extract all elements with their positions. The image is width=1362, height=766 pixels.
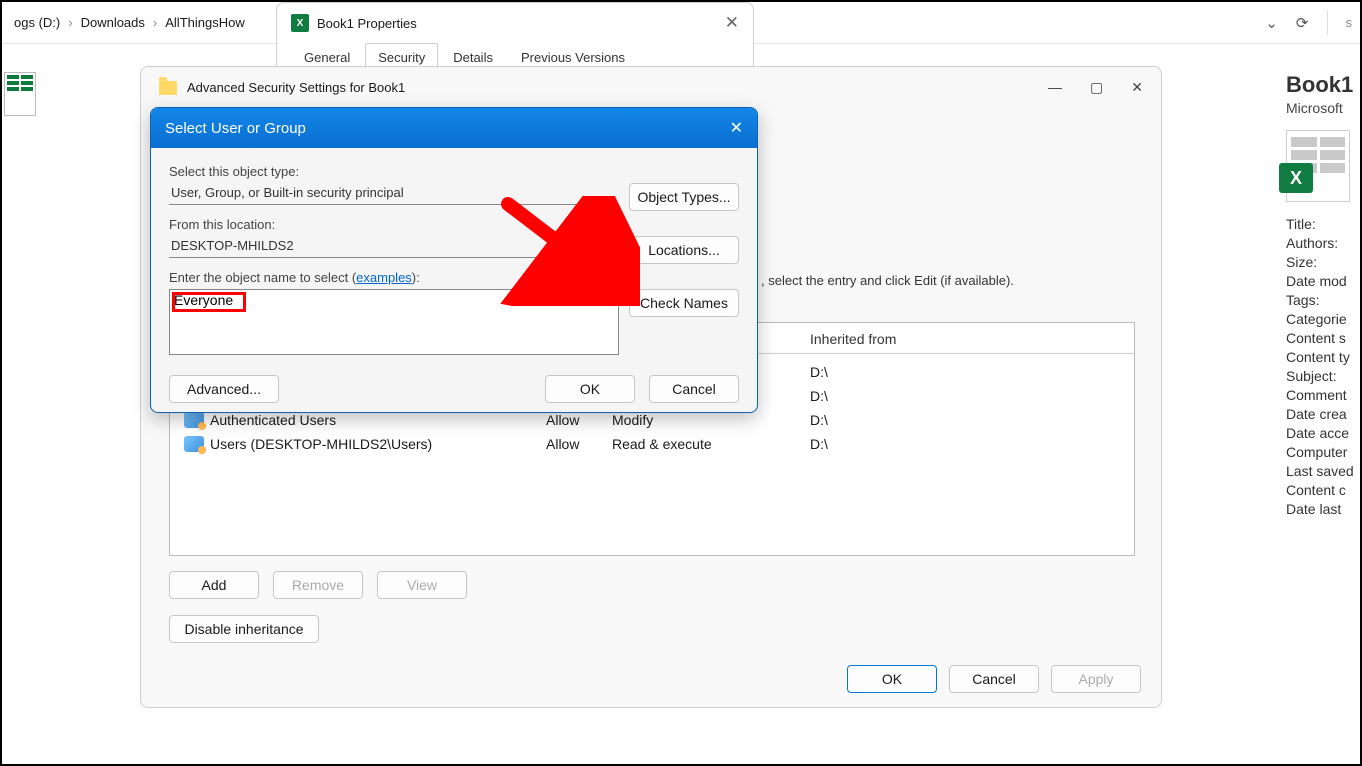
cell-inherited: D:\ <box>810 388 1120 404</box>
object-type-field <box>169 183 619 205</box>
prop-label: Title: <box>1286 216 1358 232</box>
cell-principal: Authenticated Users <box>210 412 336 428</box>
cell-type: Allow <box>546 412 612 428</box>
close-icon[interactable]: ✕ <box>730 118 743 138</box>
prop-label: Comment <box>1286 387 1358 403</box>
excel-icon: X <box>291 14 309 32</box>
close-icon[interactable]: ✕ <box>725 13 739 33</box>
breadcrumb-item[interactable]: ogs (D:) <box>10 13 64 32</box>
prop-label: Content s <box>1286 330 1358 346</box>
prop-label: Content c <box>1286 482 1358 498</box>
users-icon <box>184 412 204 428</box>
col-inherited: Inherited from <box>810 331 1120 347</box>
prop-label: Date mod <box>1286 273 1358 289</box>
cell-inherited: D:\ <box>810 436 1120 452</box>
cancel-button[interactable]: Cancel <box>649 375 739 403</box>
prop-label: Last saved <box>1286 463 1358 479</box>
prop-label: Date acce <box>1286 425 1358 441</box>
cancel-button[interactable]: Cancel <box>949 665 1039 693</box>
excel-file-icon: X <box>1286 130 1350 202</box>
advanced-button[interactable]: Advanced... <box>169 375 279 403</box>
label-from-location: From this location: <box>169 217 739 232</box>
examples-link[interactable]: examples <box>356 270 412 285</box>
refresh-icon[interactable]: ⟳ <box>1296 14 1309 32</box>
details-pane: Book1 Microsoft X Title: Authors: Size: … <box>1280 58 1358 758</box>
close-icon[interactable]: ✕ <box>1131 79 1143 96</box>
table-row[interactable]: Users (DESKTOP-MHILDS2\Users) Allow Read… <box>170 432 1134 456</box>
property-list: Title: Authors: Size: Date mod Tags: Cat… <box>1286 216 1358 517</box>
label-enter-name: Enter the object name to select (example… <box>169 270 739 285</box>
users-icon <box>184 436 204 452</box>
cell-type: Allow <box>546 436 612 452</box>
ok-button[interactable]: OK <box>847 665 937 693</box>
dialog-title: Select User or Group <box>165 120 306 137</box>
breadcrumb: ogs (D:) › Downloads › AllThingsHow <box>10 13 249 32</box>
maximize-icon[interactable]: ▢ <box>1090 79 1103 96</box>
locations-button[interactable]: Locations... <box>629 236 739 264</box>
minimize-icon[interactable]: — <box>1048 79 1062 96</box>
object-types-button[interactable]: Object Types... <box>629 183 739 211</box>
prop-label: Subject: <box>1286 368 1358 384</box>
prop-label: Computer <box>1286 444 1358 460</box>
cell-access: Modify <box>612 412 810 428</box>
folder-icon <box>159 81 177 95</box>
cell-inherited: D:\ <box>810 364 1120 380</box>
select-user-group-dialog: Select User or Group ✕ Select this objec… <box>150 107 758 413</box>
cell-principal: Users (DESKTOP-MHILDS2\Users) <box>210 436 432 452</box>
prop-label: Categorie <box>1286 311 1358 327</box>
hint-text: , select the entry and click Edit (if av… <box>761 273 1014 288</box>
file-thumbnail[interactable] <box>4 72 36 116</box>
location-field <box>169 236 619 258</box>
cell-inherited: D:\ <box>810 412 1120 428</box>
prop-label: Date last <box>1286 501 1358 517</box>
label-object-type: Select this object type: <box>169 164 739 179</box>
ok-button[interactable]: OK <box>545 375 635 403</box>
prop-label: Date crea <box>1286 406 1358 422</box>
dialog-title: Advanced Security Settings for Book1 <box>187 80 405 95</box>
prop-label: Authors: <box>1286 235 1358 251</box>
check-names-button[interactable]: Check Names <box>629 289 739 317</box>
chevron-down-icon[interactable]: ⌄ <box>1265 14 1278 32</box>
dialog-title: Book1 Properties <box>317 16 417 31</box>
apply-button[interactable]: Apply <box>1051 665 1141 693</box>
file-name: Book1 <box>1286 72 1358 98</box>
disable-inheritance-button[interactable]: Disable inheritance <box>169 615 319 643</box>
prop-label: Size: <box>1286 254 1358 270</box>
search-hint: s <box>1346 15 1353 30</box>
divider <box>1327 11 1328 35</box>
cell-access: Read & execute <box>612 436 810 452</box>
chevron-right-icon: › <box>153 15 157 30</box>
prop-label: Content ty <box>1286 349 1358 365</box>
remove-button[interactable]: Remove <box>273 571 363 599</box>
file-type: Microsoft <box>1286 100 1358 116</box>
view-button[interactable]: View <box>377 571 467 599</box>
chevron-right-icon: › <box>68 15 72 30</box>
breadcrumb-item[interactable]: AllThingsHow <box>161 13 248 32</box>
prop-label: Tags: <box>1286 292 1358 308</box>
object-name-input[interactable]: Everyone <box>174 292 614 352</box>
add-button[interactable]: Add <box>169 571 259 599</box>
breadcrumb-item[interactable]: Downloads <box>77 13 149 32</box>
